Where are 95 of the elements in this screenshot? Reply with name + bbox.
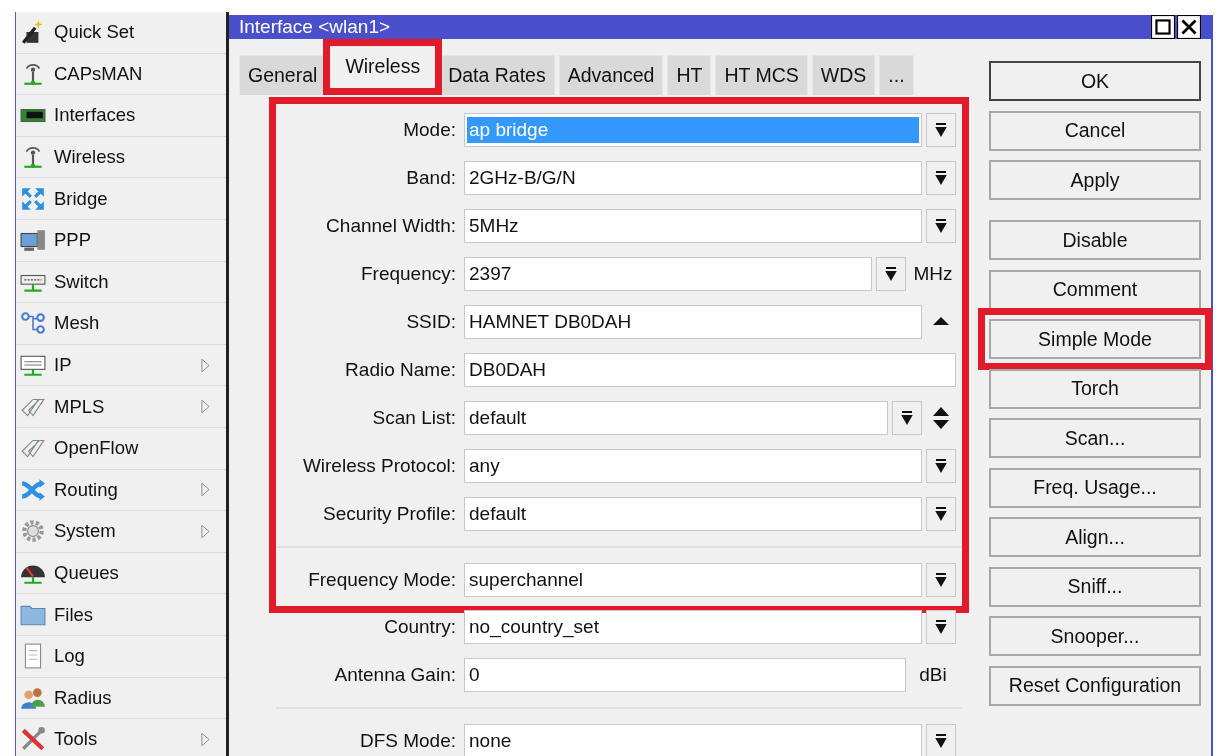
sidebar-item[interactable]: CAPsMAN (16, 53, 226, 96)
input-field[interactable]: superchannel (464, 563, 922, 597)
computer-icon (20, 227, 46, 254)
action-button[interactable]: Freq. Usage... (989, 467, 1201, 508)
action-button[interactable]: Simple Mode (989, 319, 1201, 359)
sidebar-item[interactable]: Queues (16, 552, 226, 595)
action-button[interactable]: Disable (989, 220, 1201, 260)
dropdown-button[interactable] (926, 724, 956, 756)
sidebar-item[interactable]: Switch (16, 261, 226, 304)
nodes-icon (20, 310, 46, 337)
field-label: Band: (405, 167, 457, 189)
action-button[interactable]: Comment (989, 269, 1201, 310)
sidebar-item[interactable]: OpenFlow (16, 427, 226, 470)
sidebar-item[interactable]: Tools (16, 719, 226, 756)
field-label: DFS Mode: (358, 730, 457, 752)
field-value: 2GHz-B/G/N (468, 166, 577, 190)
input-field[interactable]: 2397 (464, 257, 872, 291)
field-value: default (468, 406, 528, 430)
close-icon[interactable] (1177, 15, 1201, 39)
field-label: SSID: (405, 311, 457, 333)
dropdown-button[interactable] (926, 161, 956, 195)
field-label: Radio Name: (344, 359, 457, 381)
sidebar-item[interactable]: Quick Set (16, 12, 226, 54)
tab[interactable]: HT MCS (715, 55, 808, 95)
field-label: Country: (383, 616, 457, 638)
maximize-icon[interactable] (1151, 15, 1175, 39)
dropdown-button[interactable] (926, 563, 956, 597)
tab[interactable]: Advanced (558, 55, 664, 95)
field-label: Frequency Mode: (307, 569, 457, 591)
dropdown-button[interactable] (926, 449, 956, 483)
action-button[interactable]: Scan... (989, 418, 1201, 458)
field-value: 5MHz (468, 214, 520, 238)
sidebar-item[interactable]: PPP (16, 219, 226, 262)
tools-icon (20, 726, 46, 753)
tab[interactable]: ... (879, 55, 914, 95)
sidebar-item[interactable]: Mesh (16, 303, 226, 345)
field-value: no_country_set (468, 615, 600, 640)
field-value: DB0DAH (468, 358, 548, 382)
tab[interactable]: Data Rates (439, 55, 555, 95)
field-label: Mode: (402, 119, 457, 141)
tab[interactable]: WDS (811, 55, 876, 95)
input-field[interactable]: 2GHz-B/G/N (464, 161, 922, 195)
dropdown-button[interactable] (926, 209, 956, 243)
sidebar-item[interactable]: Wireless (16, 136, 226, 179)
input-field[interactable]: HAMNET DB0DAH (464, 305, 922, 339)
field-label: Security Profile: (321, 503, 457, 525)
dropdown-button[interactable] (926, 497, 956, 531)
field-value: none (468, 729, 513, 753)
sidebar-item[interactable]: IP (16, 344, 226, 387)
field-label: Channel Width: (325, 215, 457, 237)
action-button[interactable]: Apply (989, 160, 1201, 200)
tab[interactable]: Wireless (330, 46, 436, 88)
input-field[interactable]: 5MHz (464, 209, 922, 243)
input-field[interactable]: 0 (464, 658, 906, 692)
dropdown-button[interactable] (876, 257, 906, 291)
tab[interactable]: HT (667, 55, 712, 95)
sidebar-item[interactable]: System (16, 511, 226, 553)
dropdown-button[interactable] (926, 610, 956, 644)
window-title: Interface <wlan1> (239, 16, 392, 38)
action-button[interactable]: Align... (989, 517, 1201, 557)
action-button[interactable]: OK (989, 61, 1201, 101)
field-value: 2397 (468, 262, 513, 286)
sidebar-item[interactable]: Bridge (16, 178, 226, 220)
input-field[interactable]: no_country_set (464, 610, 922, 644)
field-label: Wireless Protocol: (301, 455, 457, 477)
input-field[interactable]: none (464, 724, 922, 756)
sidebar-item[interactable]: MPLS (16, 386, 226, 428)
dropdown-button[interactable] (892, 401, 922, 435)
action-button[interactable]: Reset Configuration (989, 665, 1201, 706)
gear-icon (20, 518, 46, 545)
field-label: Frequency: (359, 263, 457, 285)
input-field[interactable]: default (464, 401, 888, 435)
input-field[interactable]: default (464, 497, 922, 531)
action-button[interactable]: Torch (989, 368, 1201, 409)
unit-label: MHz (912, 263, 954, 285)
field-value: any (468, 454, 501, 478)
input-field[interactable]: any (464, 449, 922, 483)
field-value: superchannel (468, 568, 585, 592)
sidebar-item[interactable]: Log (16, 635, 226, 678)
field-value: default (468, 502, 528, 526)
field-value: HAMNET DB0DAH (468, 310, 633, 334)
sidebar-item[interactable]: Files (16, 594, 226, 636)
action-button[interactable]: Snooper... (989, 616, 1201, 656)
field-value: 0 (468, 663, 481, 687)
field-label: Scan List: (371, 407, 457, 429)
sidebar-item[interactable]: Routing (16, 469, 226, 512)
sidebar-item[interactable]: Interfaces (16, 95, 226, 137)
action-button[interactable]: Sniff... (989, 566, 1201, 607)
field-label: Antenna Gain: (333, 664, 457, 686)
input-field[interactable]: DB0DAH (464, 353, 956, 387)
unit-label: dBi (918, 664, 948, 686)
dropdown-button[interactable] (926, 113, 956, 147)
action-button[interactable]: Cancel (989, 110, 1201, 151)
sidebar-item[interactable]: Radius (16, 677, 226, 720)
arrows-icon (20, 185, 46, 212)
